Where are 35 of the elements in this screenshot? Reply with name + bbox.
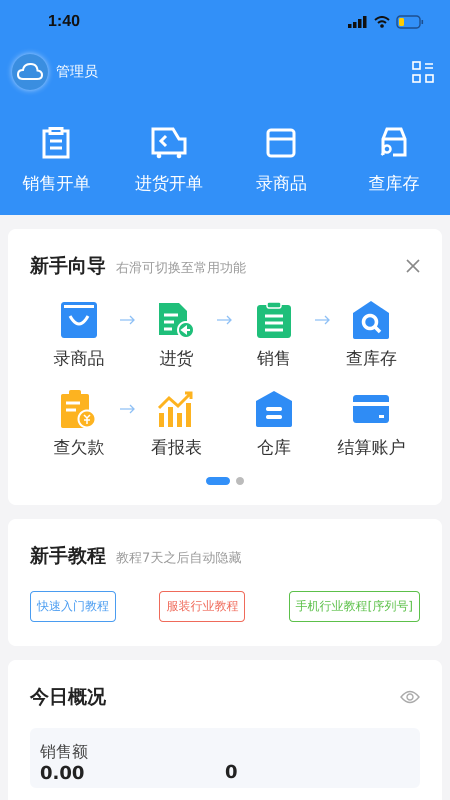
- guide-item[interactable]: 结算账户: [337, 390, 406, 459]
- guide-item[interactable]: 查库存: [346, 301, 397, 370]
- guide-item[interactable]: 仓库: [256, 390, 292, 459]
- document-return-icon: [157, 301, 196, 339]
- bar-chart-icon: [158, 390, 194, 428]
- page-dot[interactable]: [236, 477, 244, 485]
- card-hint: 教程7天之后自动隐藏: [116, 550, 242, 567]
- stat-value: 0.00: [40, 763, 86, 784]
- guide-item[interactable]: 录商品: [53, 301, 104, 370]
- wifi-icon: [374, 16, 390, 28]
- guide-item[interactable]: 查欠款: [53, 390, 104, 459]
- guide-item[interactable]: 销售: [256, 301, 291, 370]
- signal-icon: [348, 16, 368, 28]
- eye-icon[interactable]: [400, 690, 420, 704]
- guide-item[interactable]: 进货: [157, 301, 196, 370]
- status-time: 1:40: [48, 13, 80, 31]
- cloud-avatar-icon[interactable]: [12, 54, 48, 90]
- warehouse-icon: [256, 390, 292, 428]
- battery-icon: [396, 15, 424, 29]
- stat-value: 0: [225, 762, 239, 783]
- shopping-bag-icon: [60, 301, 97, 339]
- guide-item[interactable]: 看报表: [150, 390, 202, 459]
- stat-label: 销售额: [40, 742, 89, 763]
- close-icon[interactable]: [406, 259, 420, 273]
- truck-icon: [150, 126, 187, 160]
- grid-menu-icon[interactable]: [412, 61, 434, 83]
- bill-coin-icon: [60, 390, 97, 428]
- clipboard-icon: [256, 301, 291, 339]
- card-hint: 右滑可切换至常用功能: [116, 260, 246, 277]
- card-title: 新手教程: [30, 544, 106, 569]
- card-title: 今日概况: [30, 685, 106, 710]
- house-search-icon: [353, 301, 390, 339]
- box-icon: [266, 126, 296, 160]
- card-title: 新手向导: [30, 254, 106, 279]
- clipboard-icon: [41, 126, 72, 160]
